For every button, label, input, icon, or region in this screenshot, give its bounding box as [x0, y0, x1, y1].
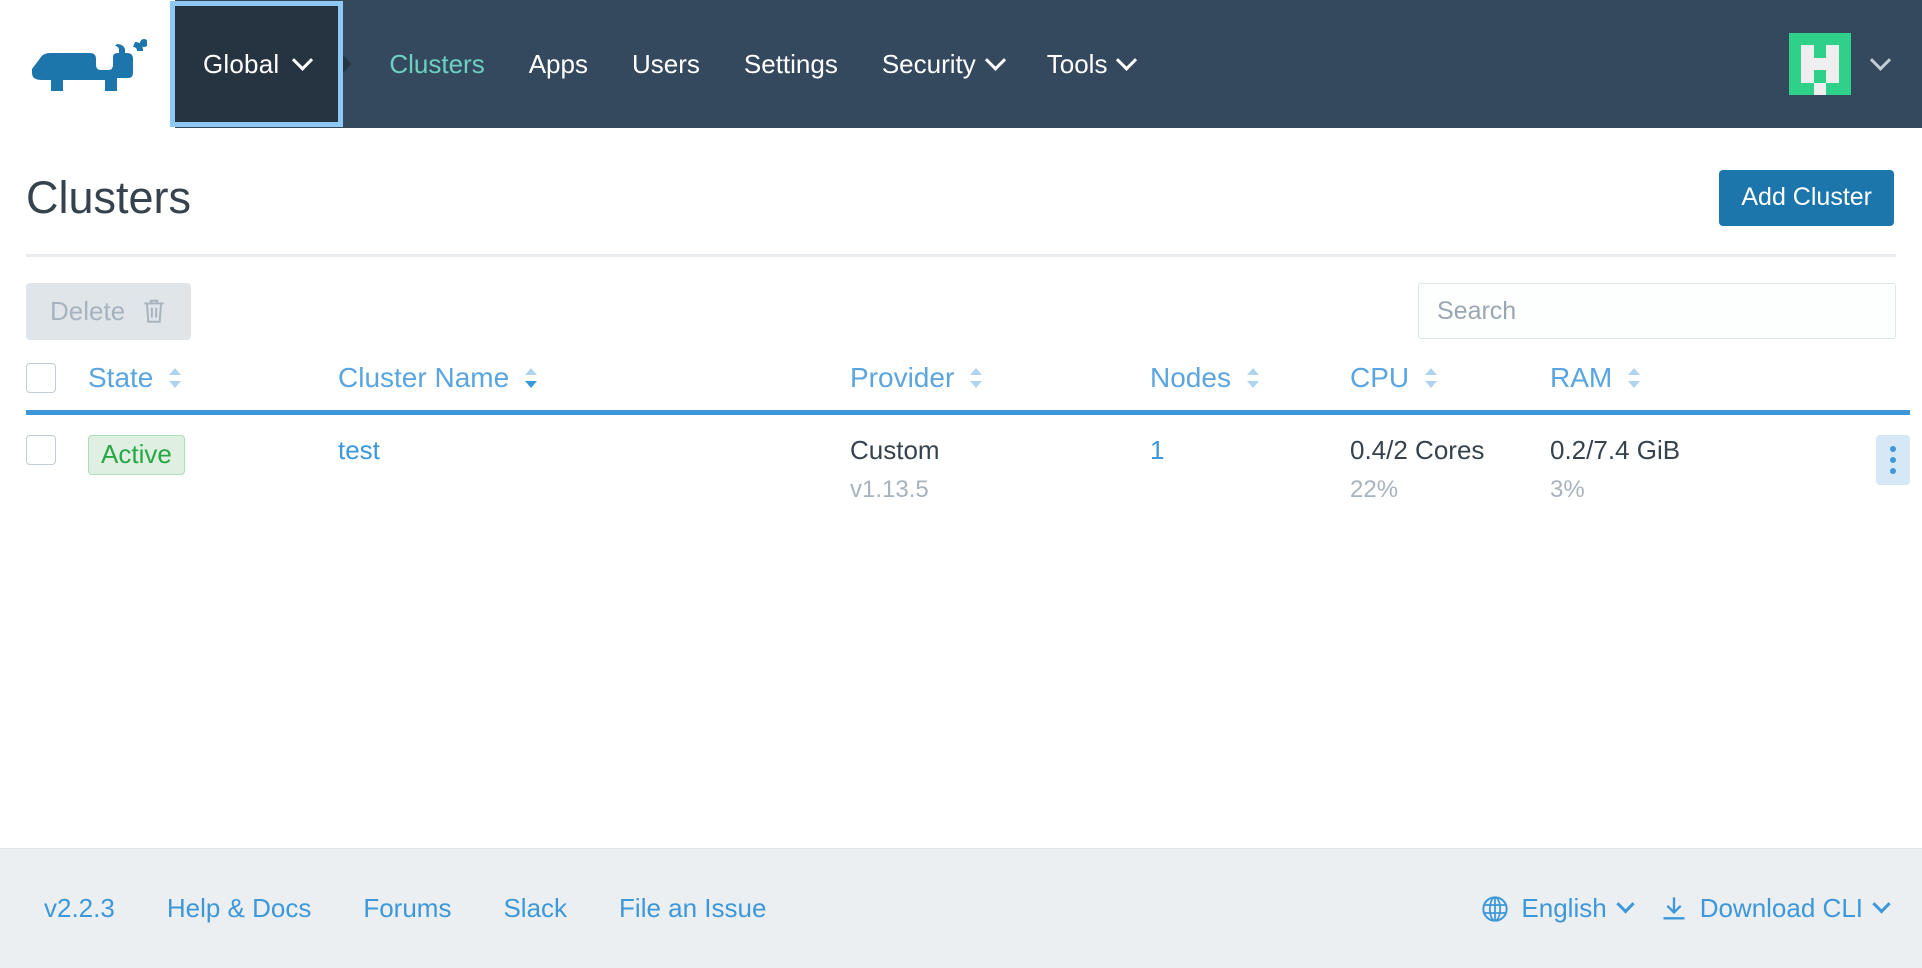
column-header-ram[interactable]: RAM	[1550, 339, 1840, 415]
globe-icon	[1482, 895, 1509, 922]
footer-link-version[interactable]: v2.2.3	[44, 893, 141, 924]
footer-link-file-an-issue[interactable]: File an Issue	[593, 893, 792, 924]
footer-controls: English Download CLI	[1481, 893, 1891, 924]
nav-label: Settings	[743, 48, 838, 79]
chevron-down-icon	[292, 49, 314, 71]
rancher-cow-logo	[31, 39, 147, 91]
nav-item-apps[interactable]: Apps	[507, 49, 610, 80]
download-cli-button[interactable]: Download CLI	[1660, 893, 1891, 924]
footer-link-forums[interactable]: Forums	[337, 893, 477, 924]
column-label: State	[88, 361, 154, 393]
column-header-actions	[1840, 339, 1910, 415]
row-select-cell[interactable]	[26, 412, 88, 526]
trash-icon	[144, 299, 164, 323]
page-title: Clusters	[26, 172, 192, 224]
column-label: Cluster Name	[338, 361, 510, 393]
chevron-down-icon	[984, 49, 1006, 71]
sort-icon[interactable]	[1243, 366, 1263, 390]
user-identicon-avatar	[1789, 33, 1851, 95]
download-icon	[1663, 896, 1685, 919]
cell-nodes: 1	[1150, 412, 1350, 526]
delete-button-label: Delete	[50, 295, 126, 326]
cluster-scope-selector[interactable]: Global	[175, 0, 352, 128]
cluster-scope-label: Global	[203, 48, 280, 79]
provider-version: v1.13.5	[850, 475, 929, 503]
language-label: English	[1521, 893, 1607, 923]
clusters-table: State Cluster Name Provider Nodes CPU RA…	[26, 339, 1910, 526]
nav-label: Security	[881, 48, 976, 79]
nav-item-settings[interactable]: Settings	[722, 49, 860, 80]
cell-actions	[1840, 412, 1910, 526]
user-menu[interactable]	[1789, 0, 1922, 128]
nav-label: Users	[631, 48, 700, 79]
column-header-provider[interactable]: Provider	[850, 339, 1150, 415]
ram-value: 0.2/7.4 GiB	[1550, 434, 1681, 465]
select-all-cell[interactable]	[26, 339, 88, 415]
language-selector[interactable]: English	[1481, 893, 1635, 924]
sort-icon-active-asc[interactable]	[521, 366, 541, 390]
column-header-nodes[interactable]: Nodes	[1150, 339, 1350, 415]
sort-icon[interactable]	[1624, 366, 1644, 390]
footer-links: v2.2.3 Help & Docs Forums Slack File an …	[44, 893, 792, 924]
cell-cluster-name: test	[338, 412, 850, 526]
nav-label: Clusters	[389, 48, 485, 79]
kebab-menu-icon[interactable]	[1876, 434, 1910, 485]
rancher-app: Global Clusters Apps Users Settings Secu…	[0, 0, 1922, 968]
status-badge: Active	[88, 434, 185, 476]
table-row[interactable]: Active test Custom v1.13.5 1 0.4/2 Cores	[26, 412, 1910, 526]
sort-icon[interactable]	[165, 366, 185, 390]
footer-link-slack[interactable]: Slack	[477, 893, 593, 924]
column-header-state[interactable]: State	[88, 339, 338, 415]
download-cli-label: Download CLI	[1699, 893, 1863, 923]
clusters-table-container: State Cluster Name Provider Nodes CPU RA…	[0, 339, 1922, 849]
column-header-cpu[interactable]: CPU	[1350, 339, 1550, 415]
nav-item-security[interactable]: Security	[860, 49, 1025, 80]
nav-label: Tools	[1046, 48, 1108, 79]
ram-percent: 3%	[1550, 475, 1585, 503]
cluster-name-link[interactable]: test	[338, 435, 380, 465]
page-header: Clusters Add Cluster	[0, 128, 1922, 226]
nav-item-tools[interactable]: Tools	[1025, 49, 1157, 80]
column-label: Nodes	[1150, 361, 1231, 393]
cell-ram: 0.2/7.4 GiB 3%	[1550, 412, 1840, 526]
chevron-down-icon	[1116, 49, 1138, 71]
cell-provider: Custom v1.13.5	[850, 412, 1150, 526]
chevron-down-icon	[1615, 895, 1635, 914]
nav-item-users[interactable]: Users	[610, 49, 722, 80]
search-input[interactable]	[1418, 283, 1896, 339]
add-cluster-button[interactable]: Add Cluster	[1719, 170, 1894, 226]
cluster-scope-button[interactable]: Global	[175, 6, 339, 122]
select-all-checkbox[interactable]	[26, 362, 56, 393]
cell-cpu: 0.4/2 Cores 22%	[1350, 412, 1550, 526]
row-checkbox[interactable]	[26, 434, 56, 465]
table-body: Active test Custom v1.13.5 1 0.4/2 Cores	[26, 412, 1910, 526]
chevron-down-icon	[1872, 895, 1891, 914]
provider-name: Custom	[850, 434, 940, 465]
cell-state: Active	[88, 412, 338, 526]
main-nav: Clusters Apps Users Settings Security To…	[351, 0, 1789, 128]
table-head: State Cluster Name Provider Nodes CPU RA…	[26, 339, 1910, 415]
sort-icon[interactable]	[1421, 366, 1441, 390]
nav-label: Apps	[528, 48, 588, 79]
chevron-down-icon	[1869, 49, 1892, 71]
column-label: Provider	[850, 361, 955, 393]
footer-link-help-docs[interactable]: Help & Docs	[141, 893, 338, 924]
nav-item-clusters[interactable]: Clusters	[367, 49, 506, 80]
rancher-logo[interactable]	[0, 0, 175, 128]
sort-icon[interactable]	[966, 366, 986, 390]
column-label: RAM	[1550, 361, 1613, 393]
nodes-count-link[interactable]: 1	[1150, 435, 1164, 465]
column-header-cluster-name[interactable]: Cluster Name	[338, 339, 850, 415]
cpu-value: 0.4/2 Cores	[1350, 434, 1485, 465]
column-label: CPU	[1350, 361, 1410, 393]
top-navigation-bar: Global Clusters Apps Users Settings Secu…	[0, 0, 1922, 128]
page-footer: v2.2.3 Help & Docs Forums Slack File an …	[0, 848, 1922, 968]
table-header-row: State Cluster Name Provider Nodes CPU RA…	[26, 339, 1910, 415]
delete-button[interactable]: Delete	[26, 282, 192, 340]
cpu-percent: 22%	[1350, 475, 1399, 503]
table-toolbar: Delete	[0, 257, 1922, 340]
breadcrumb-arrow	[337, 48, 352, 80]
